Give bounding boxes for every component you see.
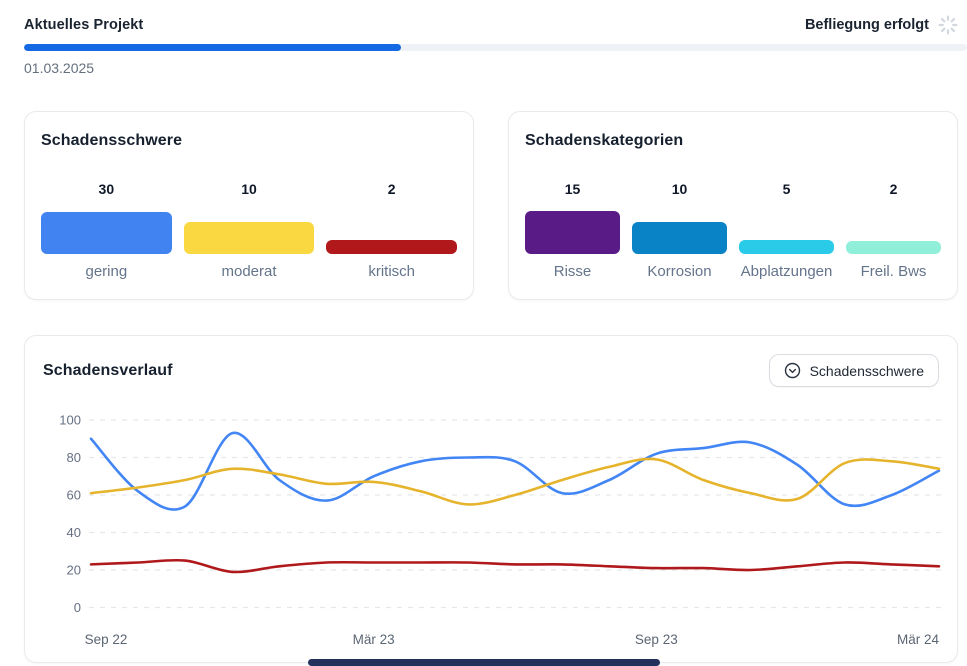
summary-cards-row: Schadensschwere 30 gering 10 moderat 2 kritis…: [24, 111, 958, 300]
bar-area: [525, 210, 620, 254]
bar: [184, 222, 315, 254]
spinner-icon: [937, 14, 959, 36]
y-tick-label: 0: [74, 600, 81, 615]
bar-area: [326, 210, 457, 254]
bar-area: [739, 210, 834, 254]
severity-bars: 30 gering 10 moderat 2 kritisch: [41, 181, 457, 280]
bar-area: [41, 210, 172, 254]
circle-chevron-down-icon: [784, 362, 801, 379]
project-date: 01.03.2025: [24, 60, 967, 76]
bar-area: [632, 210, 727, 254]
bar-label: kritisch: [326, 263, 457, 280]
y-tick-label: 20: [67, 563, 81, 578]
trend-card-header: Schadensverlauf Schadensschwere: [43, 354, 939, 387]
y-tick-label: 80: [67, 450, 81, 465]
bar: [739, 240, 834, 254]
series-line-moderat: [91, 459, 939, 505]
bar-column: 15 Risse: [525, 181, 620, 280]
bar-column: 2 Freil. Bws: [846, 181, 941, 280]
trend-card-title: Schadensverlauf: [43, 362, 173, 380]
project-progress-bar: [24, 44, 967, 51]
bar-value: 5: [739, 181, 834, 197]
category-card-title: Schadenskategorien: [525, 132, 941, 150]
bar: [326, 240, 457, 254]
line-chart: 0 20 40 60 80 100 Sep 22 Mär 23 Sep 23 Mär 24: [43, 408, 941, 656]
bar-value: 30: [41, 181, 172, 197]
page-title: Aktuelles Projekt: [24, 17, 143, 33]
progress-fill: [24, 44, 401, 51]
bar-label: Risse: [525, 263, 620, 280]
header: Aktuelles Projekt Befliegung erfolgt: [24, 14, 967, 36]
bar-column: 10 Korrosion: [632, 181, 727, 280]
bar-column: 10 moderat: [184, 181, 315, 280]
filter-button-label: Schadensschwere: [810, 363, 924, 379]
y-tick-label: 100: [59, 413, 81, 428]
bar: [846, 241, 941, 254]
bar-value: 2: [326, 181, 457, 197]
status-label: Befliegung erfolgt: [805, 17, 929, 33]
bar-label: Abplatzungen: [739, 263, 834, 280]
x-tick-label: Sep 23: [635, 632, 678, 647]
x-tick-label: Mär 24: [897, 632, 940, 647]
dashboard-page: Aktuelles Projekt Befliegung erfolgt 01.…: [0, 0, 967, 666]
bar-label: Korrosion: [632, 263, 727, 280]
bar-area: [184, 210, 315, 254]
bar: [632, 222, 727, 254]
category-card: Schadenskategorien 15 Risse 10 Korrosion 5 Ab…: [508, 111, 958, 300]
bar-column: 2 kritisch: [326, 181, 457, 280]
bar-column: 5 Abplatzungen: [739, 181, 834, 280]
home-indicator-bar: [308, 659, 660, 666]
severity-card-title: Schadensschwere: [41, 132, 457, 150]
bar-column: 30 gering: [41, 181, 172, 280]
bar: [41, 212, 172, 254]
x-tick-label: Mär 23: [353, 632, 395, 647]
trend-card: Schadensverlauf Schadensschwere 0 20 40 60 8…: [24, 335, 958, 663]
bar-value: 2: [846, 181, 941, 197]
y-tick-label: 40: [67, 525, 81, 540]
bar-label: moderat: [184, 263, 315, 280]
status-area: Befliegung erfolgt: [805, 14, 959, 36]
severity-filter-button[interactable]: Schadensschwere: [769, 354, 939, 387]
bar-area: [846, 210, 941, 254]
bar-label: Freil. Bws: [846, 263, 941, 280]
bar-label: gering: [41, 263, 172, 280]
severity-card: Schadensschwere 30 gering 10 moderat 2 kritis…: [24, 111, 474, 300]
bar-value: 10: [632, 181, 727, 197]
x-tick-label: Sep 22: [85, 632, 128, 647]
bar-value: 15: [525, 181, 620, 197]
bar-value: 10: [184, 181, 315, 197]
line-chart-wrap: 0 20 40 60 80 100 Sep 22 Mär 23 Sep 23 Mär 24: [43, 408, 939, 661]
series-line-kritisch: [91, 560, 939, 572]
category-bars: 15 Risse 10 Korrosion 5 Abplatzungen 2 Freil. B…: [525, 181, 941, 280]
bar: [525, 211, 620, 254]
y-tick-label: 60: [67, 488, 81, 503]
